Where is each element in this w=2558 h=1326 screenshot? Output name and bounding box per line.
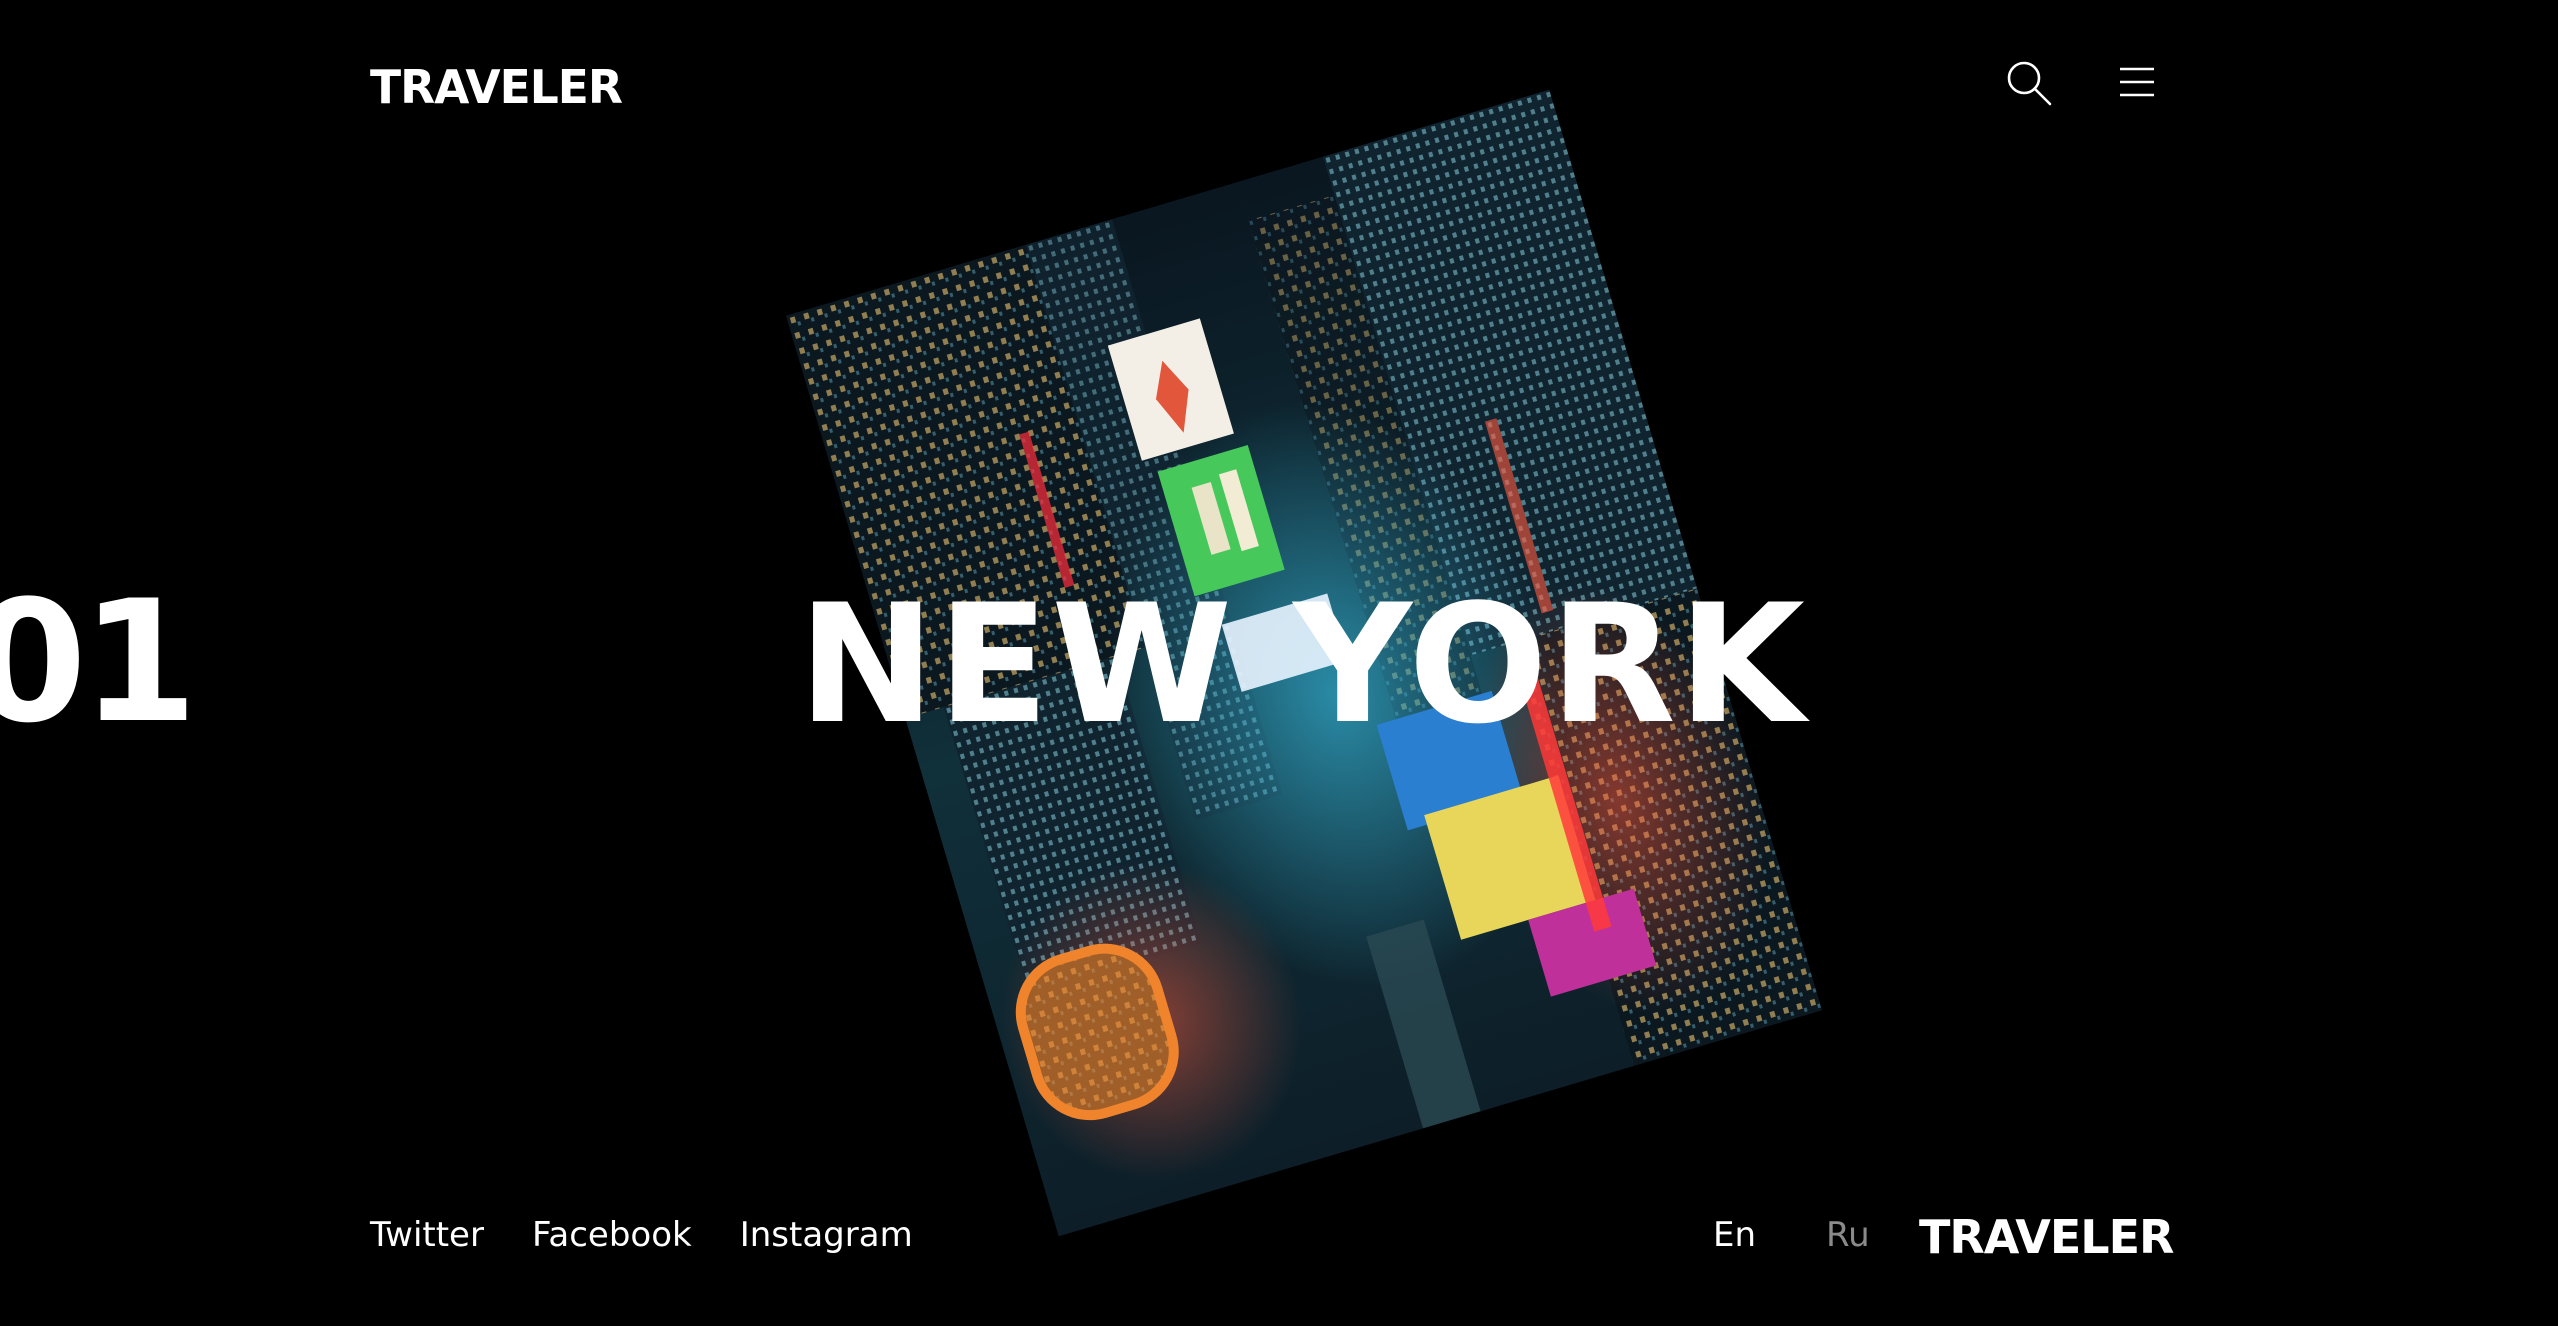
social-link-instagram[interactable]: Instagram	[740, 1215, 913, 1256]
menu-button[interactable]	[2118, 64, 2156, 100]
social-links: Twitter Facebook Instagram	[370, 1215, 913, 1256]
menu-icon	[2120, 67, 2154, 97]
language-ru[interactable]: Ru	[1826, 1215, 1870, 1256]
language-en[interactable]: En	[1713, 1215, 1756, 1256]
search-button[interactable]	[2004, 58, 2054, 108]
slide-number: 01	[0, 564, 198, 760]
social-link-facebook[interactable]: Facebook	[532, 1215, 692, 1256]
city-title: NEW YORK	[798, 569, 1807, 760]
brand-logo-bottom[interactable]: TRAVELER	[1919, 1214, 2174, 1260]
search-icon	[2007, 61, 2052, 106]
brand-logo-top[interactable]: TRAVELER	[370, 64, 623, 110]
social-link-twitter[interactable]: Twitter	[370, 1215, 484, 1256]
